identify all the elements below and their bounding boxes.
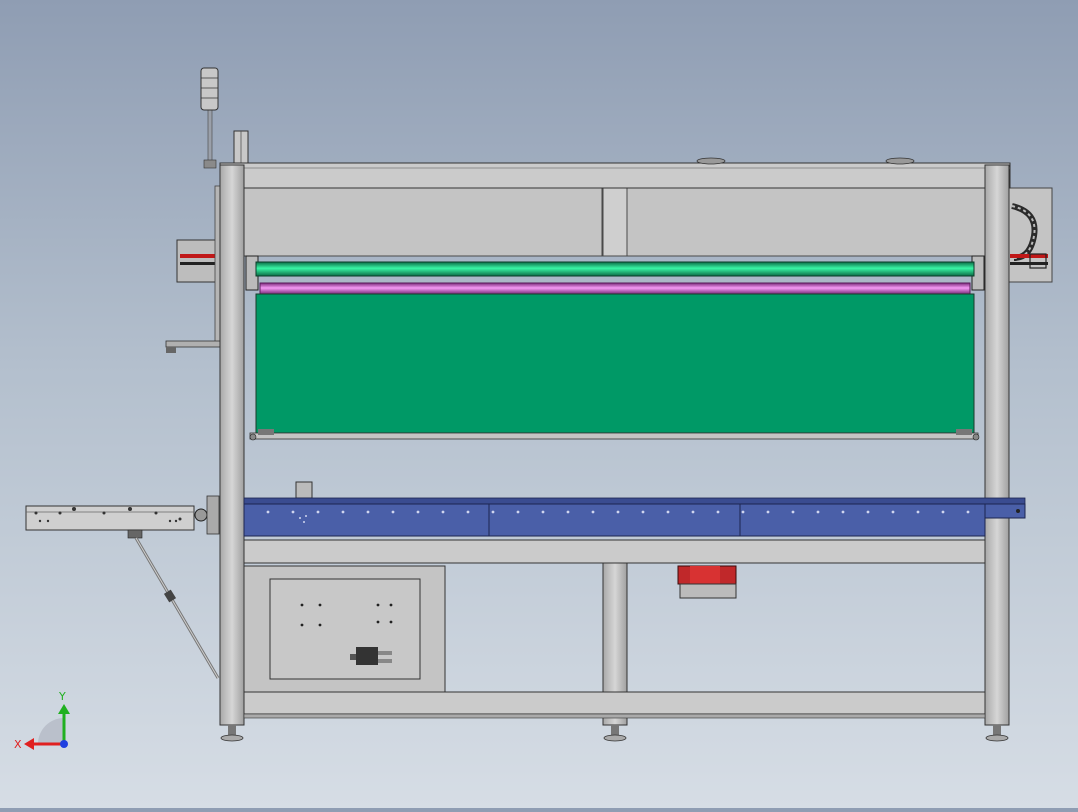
axis-triad: Y X <box>14 690 70 751</box>
signal-tower <box>200 67 219 169</box>
top-left-bracket <box>233 130 249 164</box>
leveling-feet <box>220 725 1009 742</box>
x-axis-label: X <box>14 738 22 751</box>
back-panels <box>243 187 986 257</box>
screen-panel <box>249 293 980 441</box>
cad-viewport[interactable]: Y X <box>0 0 1078 808</box>
roller-assembly <box>245 255 985 295</box>
infeed-conveyor <box>25 495 220 679</box>
left-slide-unit <box>165 185 224 353</box>
drive-motor <box>677 565 737 599</box>
lower-beam <box>243 539 986 564</box>
z-axis-dot <box>60 740 68 748</box>
control-cabinet <box>243 565 446 693</box>
y-axis-label: Y <box>58 690 66 703</box>
right-cable-carrier <box>1007 187 1053 283</box>
sensor-block <box>295 481 313 499</box>
main-conveyor <box>243 497 1026 537</box>
cad-drawing: Y X <box>14 67 1053 751</box>
bottom-beam <box>243 691 986 715</box>
top-beam <box>219 157 1011 189</box>
